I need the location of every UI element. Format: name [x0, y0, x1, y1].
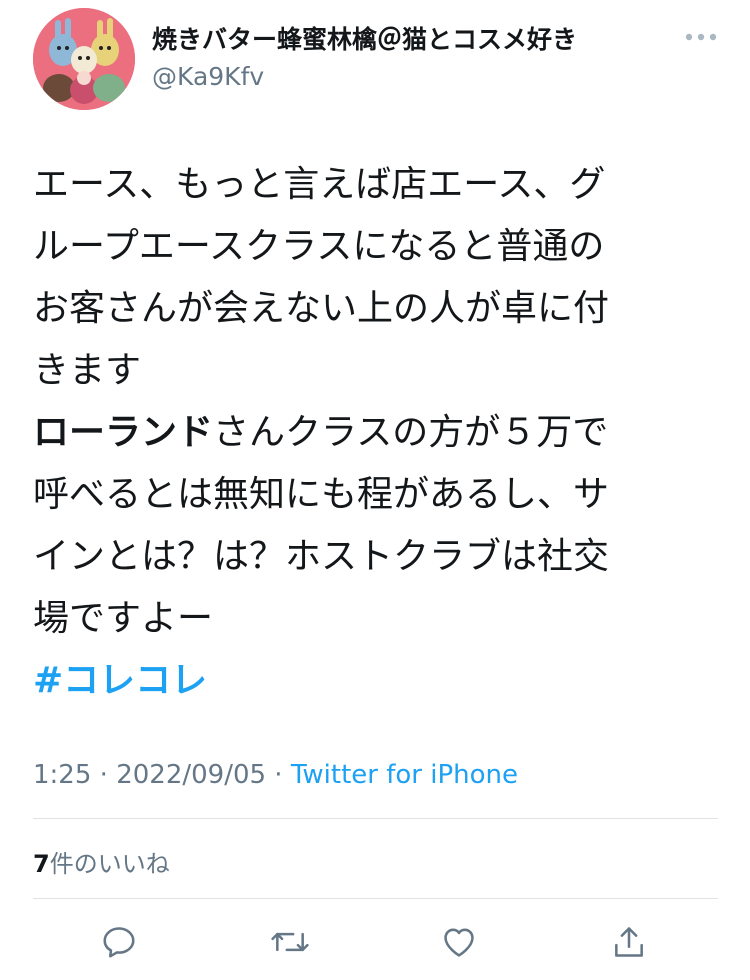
divider	[33, 818, 718, 819]
tweet-line: ローランドさんクラスの方が５万で	[33, 402, 713, 464]
user-handle[interactable]: @Ka9Kfv	[152, 62, 264, 91]
tweet-meta: 1:25 · 2022/09/05 · Twitter for iPhone	[33, 760, 518, 790]
avatar[interactable]	[33, 8, 135, 110]
meta-separator: ·	[91, 760, 117, 790]
tweet-line: インとは？は？ホストクラブは社交	[33, 536, 610, 577]
tweet-date: 2022/09/05	[116, 760, 267, 790]
likes-count[interactable]: 7件のいいね	[33, 844, 170, 879]
likes-label: 件のいいね	[49, 850, 170, 878]
tweet-time: 1:25	[33, 760, 92, 790]
tweet-header: 焼きバター蜂蜜林檎＠猫とコスメ好き @Ka9Kfv	[0, 0, 750, 120]
retweet-icon	[271, 932, 309, 952]
tweet-line: エース、もっと言えば店エース、グ	[33, 164, 606, 205]
tweet-line: 場ですよー	[33, 598, 214, 639]
more-button[interactable]	[682, 20, 720, 54]
share-button[interactable]	[607, 920, 651, 964]
avatar-illustration	[33, 8, 135, 110]
tweet-line-rest: さんクラスの方が５万で	[213, 412, 609, 453]
retweet-button[interactable]	[268, 920, 312, 964]
like-button[interactable]	[437, 920, 481, 964]
display-name[interactable]: 焼きバター蜂蜜林檎＠猫とコスメ好き	[152, 20, 577, 56]
hashtag-link[interactable]: #コレコレ	[33, 650, 713, 712]
reply-icon	[103, 927, 135, 958]
share-icon	[615, 927, 643, 957]
tweet-line: ループエースクラスになると普通の	[33, 226, 605, 267]
action-bar	[0, 920, 750, 968]
meta-separator: ·	[266, 760, 291, 790]
tweet-line: 呼べるとは無知にも程があるし、サ	[33, 474, 610, 515]
source-link[interactable]: Twitter for iPhone	[291, 760, 518, 790]
tweet-text: エース、もっと言えば店エース、グ ループエースクラスになると普通の お客さんが会…	[33, 154, 713, 712]
likes-number: 7	[33, 850, 50, 878]
more-horizontal-icon	[685, 33, 717, 41]
tweet-line: きます	[33, 350, 142, 391]
heart-icon	[444, 928, 474, 957]
bold-name: ローランド	[33, 412, 214, 453]
divider	[33, 898, 718, 899]
tweet-line: お客さんが会えない上の人が卓に付	[33, 288, 610, 329]
reply-button[interactable]	[97, 920, 141, 964]
